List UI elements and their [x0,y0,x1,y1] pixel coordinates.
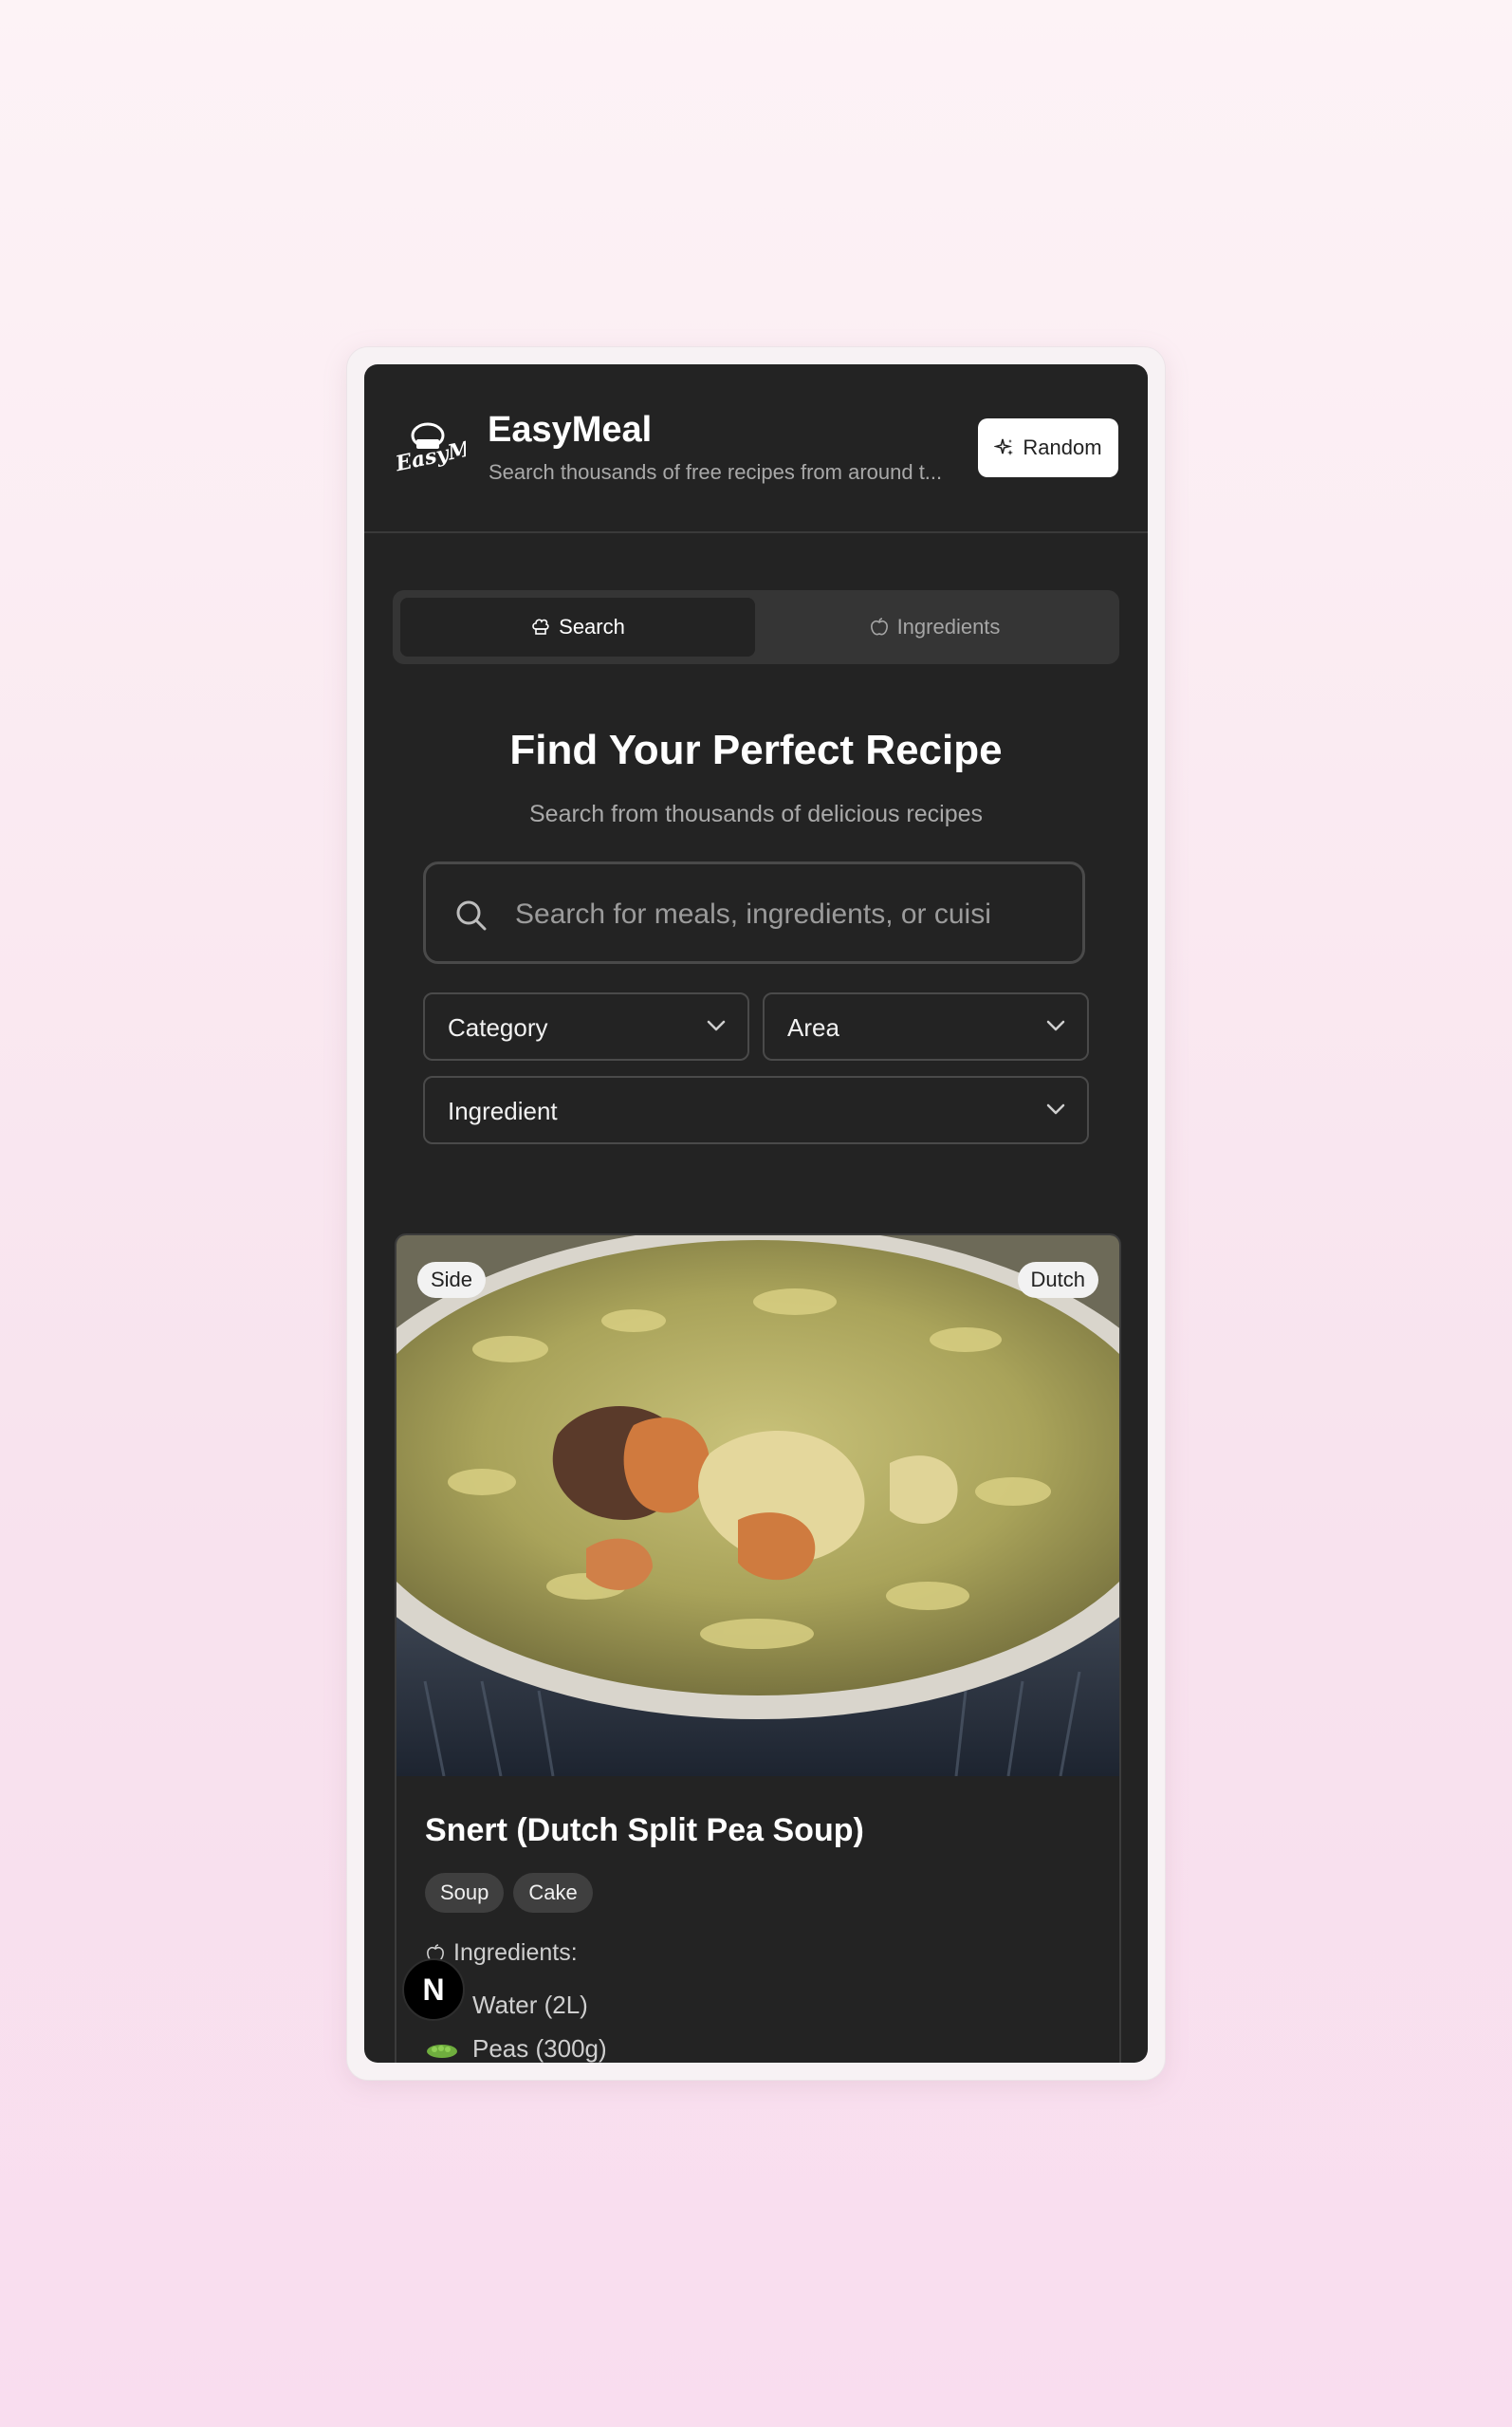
page-subtitle: Search from thousands of delicious recip… [528,801,984,827]
ingredient-name: Water (2L) [472,1991,588,2019]
meal-card[interactable]: Side Dutch Snert (Dutch Split Pea Soup) … [395,1233,1121,2063]
app-window: EasyMeal EasyMeal Search thousands of fr… [364,364,1148,2063]
easymeal-logo: EasyMeal [394,422,466,472]
dev-tools-badge[interactable]: N [402,1958,465,2021]
ingredients-heading-label: Ingredients: [453,1939,578,1966]
meal-title: Snert (Dutch Split Pea Soup) [425,1812,864,1848]
svg-text:EasyMeal: EasyMeal [394,429,466,472]
soup-photo [396,1235,1119,1776]
tab-search[interactable]: Search [400,598,755,657]
app-subtitle: Search thousands of free recipes from ar… [489,460,943,484]
mode-tabs: Search Ingredients [393,590,1119,664]
ingredient-item: Peas (300g) [425,2034,607,2063]
ingredient-name: Peas (300g) [472,2034,607,2063]
tab-ingredients-label: Ingredients [896,615,1001,639]
search-icon [456,900,487,931]
area-select-label: Area [787,1013,839,1042]
meal-tag: Cake [513,1873,593,1913]
ingredient-select-label: Ingredient [448,1097,558,1125]
category-select-label: Category [448,1013,548,1042]
sparkles-icon [994,438,1014,455]
search-box[interactable] [423,861,1085,964]
meal-tags: Soup Cake [425,1873,593,1913]
meal-image[interactable]: Side Dutch [396,1235,1119,1776]
category-select[interactable]: Category [423,992,749,1061]
random-button[interactable]: Random [978,418,1118,477]
tab-search-label: Search [559,615,625,639]
chevron-down-icon [707,1020,726,1031]
meal-tag: Soup [425,1873,505,1913]
peas-thumbnail [427,2044,457,2058]
app-header: EasyMeal EasyMeal Search thousands of fr… [364,364,1148,533]
area-badge: Dutch [1017,1262,1098,1298]
search-input[interactable] [513,891,1010,938]
category-badge: Side [417,1262,487,1298]
chevron-down-icon [1046,1020,1065,1031]
random-button-label: Random [1023,435,1102,459]
chevron-down-icon [1046,1103,1065,1115]
area-select[interactable]: Area [763,992,1089,1061]
tab-ingredients[interactable]: Ingredients [757,598,1112,657]
ingredient-select[interactable]: Ingredient [423,1076,1089,1144]
chef-hat-icon [532,619,549,635]
page-title: Find Your Perfect Recipe [509,727,1003,773]
app-title: EasyMeal [488,410,653,450]
apple-icon [870,618,888,636]
